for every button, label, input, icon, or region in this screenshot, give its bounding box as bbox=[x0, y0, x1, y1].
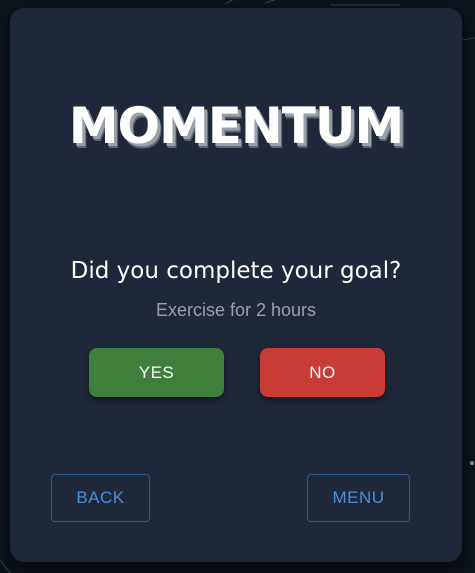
menu-button[interactable]: MENU bbox=[307, 474, 410, 522]
back-button[interactable]: BACK bbox=[51, 474, 150, 522]
yes-button[interactable]: YES bbox=[89, 348, 224, 397]
no-button[interactable]: NO bbox=[260, 348, 385, 397]
logo-text-end: MENTUM bbox=[159, 97, 404, 155]
logo-o-clock: O bbox=[117, 96, 161, 156]
goal-description: Exercise for 2 hours bbox=[155, 300, 317, 320]
momentum-logo: MOMENTUM bbox=[10, 96, 462, 156]
logo-text-start: M bbox=[68, 97, 119, 155]
goal-question: Did you complete your goal? bbox=[70, 258, 402, 284]
goal-check-dialog: MOMENTUM Did you complete your goal? Exe… bbox=[10, 8, 462, 562]
logo-o-letter: O bbox=[117, 97, 161, 155]
